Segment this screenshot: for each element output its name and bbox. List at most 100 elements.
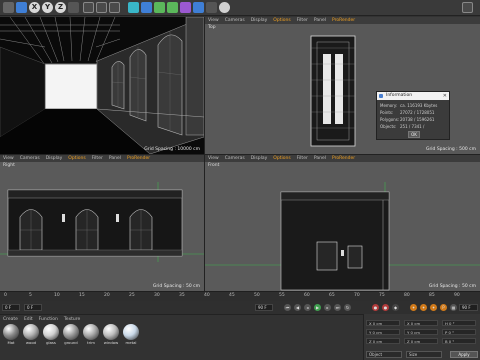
render-settings-icon[interactable] [109, 2, 120, 13]
menu-cameras[interactable]: Cameras [20, 155, 40, 162]
menu-options[interactable]: Options [273, 155, 290, 162]
position-z-field[interactable]: Z 0 cm [366, 338, 400, 344]
position-y-field[interactable]: Y 0 cm [366, 329, 400, 335]
material-swatch[interactable]: wood [23, 324, 39, 345]
menu-prorender[interactable]: ProRender [127, 155, 150, 162]
array-icon[interactable] [167, 2, 178, 13]
rotation-b-field[interactable]: B 0 ° [442, 338, 476, 344]
right-viewport[interactable]: View Cameras Display Options Filter Pane… [0, 155, 204, 291]
material-swatch[interactable]: glass [43, 324, 59, 345]
axis-x-button[interactable]: X [29, 2, 40, 13]
menu-create[interactable]: Create [3, 317, 18, 322]
subdivision-icon[interactable] [154, 2, 165, 13]
camera-icon[interactable] [206, 2, 217, 13]
size-mode-select[interactable]: Size [406, 351, 442, 358]
undo-icon[interactable] [3, 2, 14, 13]
menu-panel[interactable]: Panel [109, 155, 121, 162]
menu-options[interactable]: Options [273, 17, 290, 24]
coordinate-mode-select[interactable]: Object [366, 351, 402, 358]
apply-button[interactable]: Apply [450, 351, 478, 358]
prev-key-button[interactable]: ◀ [294, 304, 301, 311]
max-frame-field[interactable]: 90 F [459, 304, 478, 311]
layout-icon[interactable] [462, 2, 473, 13]
material-preview-icon [83, 324, 99, 340]
material-swatch[interactable]: trim [83, 324, 99, 345]
loop-button[interactable]: ↻ [344, 304, 351, 311]
menu-prorender[interactable]: ProRender [332, 155, 355, 162]
go-to-start-button[interactable]: ⏮ [284, 304, 291, 311]
timeline-ruler[interactable]: 0 5 10 15 20 25 30 35 40 45 50 55 60 65 70 75 80 85 90 [0, 291, 480, 301]
cube-icon[interactable] [128, 2, 139, 13]
close-icon[interactable]: ✕ [443, 92, 447, 100]
timeline-tick-label: 20 [104, 293, 110, 298]
rotation-p-field[interactable]: P 0 ° [442, 329, 476, 335]
coordinates-manager: X 0 cm X 0 cm H 0 ° Y 0 cm Y 0 cm P 0 ° … [363, 314, 480, 360]
pla-key-button[interactable]: ▦ [450, 304, 457, 311]
menu-panel[interactable]: Panel [314, 155, 326, 162]
menu-filter[interactable]: Filter [297, 17, 308, 24]
menu-display[interactable]: Display [251, 155, 268, 162]
menu-options[interactable]: Options [68, 155, 85, 162]
size-z-field[interactable]: Z 0 cm [404, 338, 438, 344]
timeline-tick-label: 40 [204, 293, 210, 298]
menu-view[interactable]: View [3, 155, 14, 162]
rotation-key-button[interactable]: ✦ [420, 304, 427, 311]
end-frame-field[interactable]: 90 F [255, 304, 273, 311]
position-key-button[interactable]: ✦ [410, 304, 417, 311]
axis-y-button[interactable]: Y [42, 2, 53, 13]
perspective-viewport[interactable]: Grid Spacing : 10000 cm [0, 17, 204, 154]
menu-display[interactable]: Display [251, 17, 268, 24]
ok-button[interactable]: OK [408, 131, 420, 138]
material-swatch[interactable]: window [103, 324, 119, 345]
size-y-field[interactable]: Y 0 cm [404, 329, 438, 335]
menu-filter[interactable]: Filter [92, 155, 103, 162]
size-x-field[interactable]: X 0 cm [404, 320, 438, 326]
menu-function[interactable]: Function [39, 317, 58, 322]
autokey-button[interactable]: ● [382, 304, 389, 311]
menu-edit[interactable]: Edit [24, 317, 33, 322]
current-frame-field[interactable]: 0 F [24, 304, 42, 311]
menu-cameras[interactable]: Cameras [225, 155, 245, 162]
record-button[interactable]: ● [372, 304, 379, 311]
scale-key-button[interactable]: ✦ [430, 304, 437, 311]
menu-view[interactable]: View [208, 155, 219, 162]
material-preview-icon [3, 324, 19, 340]
play-backward-button[interactable]: ◂ [304, 304, 311, 311]
right-view-geometry [0, 182, 204, 262]
menu-texture[interactable]: Texture [64, 317, 80, 322]
menu-prorender[interactable]: ProRender [332, 17, 355, 24]
coordinate-system-icon[interactable] [68, 2, 79, 13]
menu-panel[interactable]: Panel [314, 17, 326, 24]
render-view-icon[interactable] [83, 2, 94, 13]
material-swatch[interactable]: ground [63, 324, 79, 345]
material-swatch[interactable]: metal [123, 324, 139, 345]
grid-spacing-label: Grid Spacing : 500 cm [425, 147, 476, 152]
next-key-button[interactable]: ▸ [324, 304, 331, 311]
position-x-field[interactable]: X 0 cm [366, 320, 400, 326]
pen-icon[interactable] [141, 2, 152, 13]
keyframe-selection-button[interactable]: ◆ [392, 304, 399, 311]
coord-row: X 0 cm X 0 cm H 0 ° [366, 320, 479, 326]
param-key-button[interactable]: P [440, 304, 447, 311]
menu-display[interactable]: Display [46, 155, 63, 162]
scene-icon[interactable] [193, 2, 204, 13]
rotation-h-field[interactable]: H 0 ° [442, 320, 476, 326]
start-frame-field[interactable]: 0 F [2, 304, 20, 311]
play-button[interactable]: ▶ [314, 304, 321, 311]
go-to-end-button[interactable]: ⏭ [334, 304, 341, 311]
deformer-icon[interactable] [180, 2, 191, 13]
timeline-tick-label: 15 [79, 293, 85, 298]
menu-view[interactable]: View [208, 17, 219, 24]
menu-filter[interactable]: Filter [297, 155, 308, 162]
timeline-tick-label: 80 [404, 293, 410, 298]
viewport-splitter[interactable] [204, 17, 205, 291]
light-icon[interactable] [219, 2, 230, 13]
material-swatch[interactable]: Mat [3, 324, 19, 345]
move-icon[interactable] [16, 2, 27, 13]
axis-z-button[interactable]: Z [55, 2, 66, 13]
render-icon[interactable] [96, 2, 107, 13]
material-manager: Create Edit Function Texture Mat wood glas… [0, 314, 363, 360]
information-dialog[interactable]: Information ✕ Memory: ca. 116193 Kbytes … [376, 91, 450, 140]
front-viewport[interactable]: View Cameras Display Options Filter Pane… [205, 155, 480, 291]
menu-cameras[interactable]: Cameras [225, 17, 245, 24]
